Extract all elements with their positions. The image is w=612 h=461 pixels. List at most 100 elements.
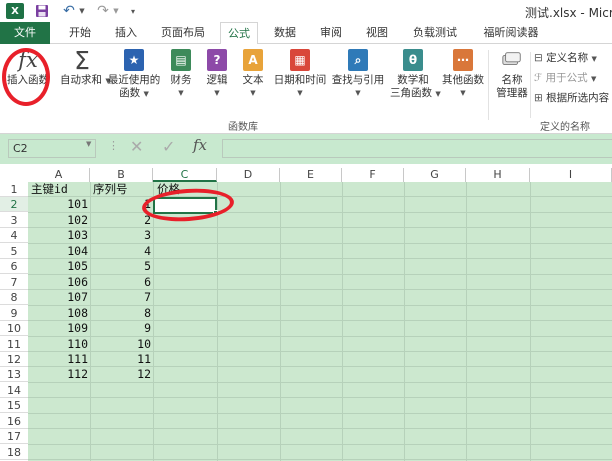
row-header-8[interactable]: 8 [0, 290, 28, 306]
cell-a1[interactable]: 主键id [31, 182, 68, 197]
cell-a8[interactable]: 107 [28, 290, 88, 305]
create-from-selection-button[interactable]: ⊞ 根据所选内容 [534, 90, 609, 105]
cancel-icon[interactable]: ✕ [130, 137, 143, 156]
column-header-i[interactable]: I [530, 168, 612, 182]
define-name-button[interactable]: ⊟ 定义名称 ▼ [534, 50, 597, 65]
tab-file[interactable]: 文件 [0, 22, 50, 44]
row-header-3[interactable]: 3 [0, 212, 28, 228]
grid-hline [28, 412, 612, 414]
row-header-14[interactable]: 14 [0, 382, 28, 398]
use-in-formula-button[interactable]: ℱ 用于公式 ▼ [534, 70, 596, 85]
lookup-reference-button[interactable]: ⌕ 查找与引用 ▼ [330, 48, 386, 100]
column-header-c[interactable]: C [153, 168, 217, 182]
tag-icon: ⊟ [534, 52, 543, 64]
tab-review[interactable]: 审阅 [312, 22, 350, 44]
formula-bar-grip-icon[interactable]: ⋮ [108, 139, 119, 152]
recently-used-button[interactable]: ★ 最近使用的 函数 ▼ [106, 48, 162, 101]
cell-a12[interactable]: 111 [28, 352, 88, 367]
row-header-15[interactable]: 15 [0, 398, 28, 414]
cell-b4[interactable]: 3 [90, 228, 151, 243]
date-time-button[interactable]: ▦ 日期和时间 ▼ [272, 48, 328, 100]
theta-book-icon: θ [402, 48, 424, 72]
row-header-18[interactable]: 18 [0, 444, 28, 460]
redo-dropdown-icon[interactable]: ▼ [112, 3, 120, 19]
row-header-11[interactable]: 11 [0, 336, 28, 352]
tab-page-layout[interactable]: 页面布局 [152, 22, 214, 44]
row-header-1[interactable]: 1 [0, 182, 28, 197]
more-functions-button[interactable]: ⋯ 其他函数 ▼ [440, 48, 486, 100]
customize-qat-icon[interactable]: ▾ [128, 3, 138, 19]
column-header-d[interactable]: D [217, 168, 280, 182]
cell-a2[interactable]: 101 [28, 197, 88, 212]
cell-b12[interactable]: 11 [90, 352, 151, 367]
grid-tag-icon: ⊞ [534, 92, 543, 104]
text-button[interactable]: A 文本 ▼ [238, 48, 268, 100]
insert-function-fx-icon[interactable]: fx [193, 136, 207, 154]
cell-b10[interactable]: 9 [90, 321, 151, 336]
redo-icon[interactable]: ↷ [96, 3, 110, 19]
select-all-corner[interactable] [0, 168, 28, 182]
row-header-6[interactable]: 6 [0, 259, 28, 275]
row-header-10[interactable]: 10 [0, 321, 28, 337]
tab-insert[interactable]: 插入 [108, 22, 144, 44]
name-box[interactable]: C2 [8, 139, 96, 158]
cell-a13[interactable]: 112 [28, 367, 88, 382]
column-header-e[interactable]: E [280, 168, 342, 182]
column-header-f[interactable]: F [342, 168, 404, 182]
cell-a7[interactable]: 106 [28, 275, 88, 290]
cell-a5[interactable]: 104 [28, 244, 88, 259]
row-header-7[interactable]: 7 [0, 274, 28, 290]
name-box-dropdown-icon[interactable]: ▼ [86, 140, 91, 148]
tab-home[interactable]: 开始 [60, 22, 100, 44]
cell-b6[interactable]: 5 [90, 259, 151, 274]
tab-formulas[interactable]: 公式 [220, 22, 258, 45]
cell-a9[interactable]: 108 [28, 306, 88, 321]
math-trig-button[interactable]: θ 数学和 三角函数 ▼ [390, 48, 441, 101]
cell-b1[interactable]: 序列号 [93, 182, 128, 197]
grid-vline [217, 182, 218, 461]
autosum-button[interactable]: Σ 自动求和 ▼ [60, 46, 111, 88]
cell-a11[interactable]: 110 [28, 337, 88, 352]
undo-icon[interactable]: ↶ [62, 3, 76, 19]
row-header-16[interactable]: 16 [0, 413, 28, 429]
name-manager-button[interactable]: 名称 管理器 [492, 48, 532, 100]
formula-input[interactable] [222, 139, 612, 158]
save-icon[interactable] [34, 3, 50, 19]
row-header-9[interactable]: 9 [0, 305, 28, 321]
grid-hline [28, 443, 612, 445]
row-header-4[interactable]: 4 [0, 228, 28, 244]
tab-load-test[interactable]: 负载测试 [404, 22, 466, 44]
cell-b8[interactable]: 7 [90, 290, 151, 305]
cell-b7[interactable]: 6 [90, 275, 151, 290]
column-header-b[interactable]: B [90, 168, 153, 182]
tab-data[interactable]: 数据 [266, 22, 304, 44]
cell-a3[interactable]: 102 [28, 213, 88, 228]
row-header-17[interactable]: 17 [0, 429, 28, 445]
cell-b5[interactable]: 4 [90, 244, 151, 259]
undo-dropdown-icon[interactable]: ▼ [78, 3, 86, 19]
logical-button[interactable]: ? 逻辑 ▼ [202, 48, 232, 100]
row-header-12[interactable]: 12 [0, 351, 28, 367]
defined-names-group-label: 定义的名称 [540, 122, 590, 133]
enter-check-icon[interactable]: ✓ [162, 137, 175, 156]
column-header-a[interactable]: A [28, 168, 90, 182]
column-header-g[interactable]: G [404, 168, 466, 182]
row-header-5[interactable]: 5 [0, 243, 28, 259]
tab-view[interactable]: 视图 [358, 22, 396, 44]
row-header-13[interactable]: 13 [0, 367, 28, 383]
financial-button[interactable]: ▤ 财务 ▼ [166, 48, 196, 100]
excel-logo-icon: X [6, 3, 24, 19]
tab-foxit-reader[interactable]: 福昕阅读器 [476, 22, 546, 44]
cell-b3[interactable]: 2 [90, 213, 151, 228]
cell-b11[interactable]: 10 [90, 337, 151, 352]
cell-a4[interactable]: 103 [28, 228, 88, 243]
grid-vline [153, 182, 154, 461]
ribbon-group-divider-2 [530, 52, 531, 118]
row-header-2[interactable]: 2 [0, 197, 28, 213]
cell-b13[interactable]: 12 [90, 367, 151, 382]
finance-book-icon: ▤ [170, 48, 192, 72]
cell-a10[interactable]: 109 [28, 321, 88, 336]
cell-a6[interactable]: 105 [28, 259, 88, 274]
cell-b9[interactable]: 8 [90, 306, 151, 321]
column-header-h[interactable]: H [466, 168, 530, 182]
